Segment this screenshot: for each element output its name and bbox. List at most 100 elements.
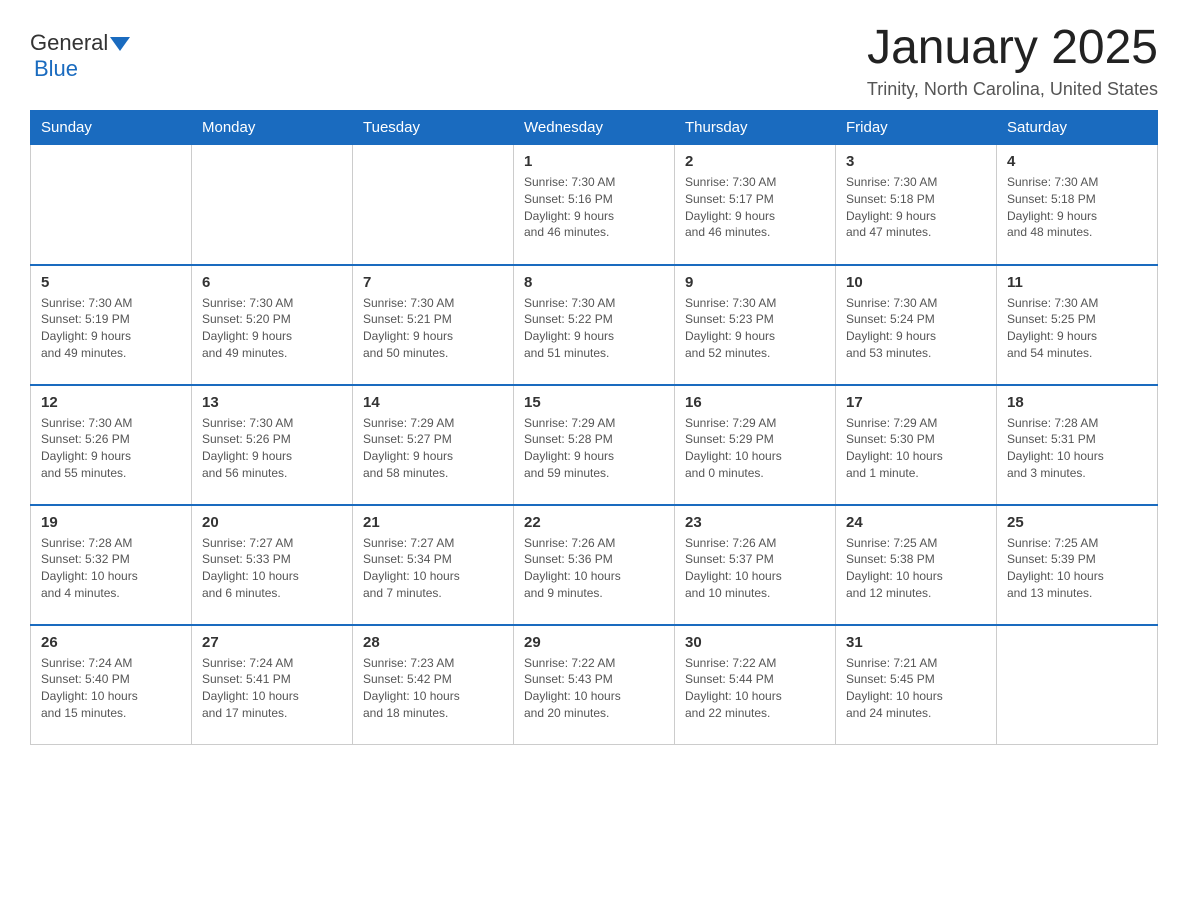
calendar-day-cell: 22 Sunrise: 7:26 AM Sunset: 5:36 PM Dayli… [514,505,675,625]
calendar-day-cell [31,145,192,265]
logo-text-blue: Blue [34,56,78,82]
column-header-monday: Monday [192,111,353,145]
day-number: 16 [685,394,825,411]
calendar-week-row: 1 Sunrise: 7:30 AM Sunset: 5:16 PM Daylig… [31,145,1158,265]
column-header-saturday: Saturday [997,111,1158,145]
day-number: 28 [363,634,503,651]
column-header-sunday: Sunday [31,111,192,145]
calendar-day-cell: 6Sunrise: 7:30 AM Sunset: 5:20 PM Daylig… [192,265,353,385]
calendar-table: SundayMondayTuesdayWednesdayThursdayFrid… [30,110,1158,745]
day-number: 23 [685,514,825,531]
day-number: 4 [1007,153,1147,170]
column-header-tuesday: Tuesday [353,111,514,145]
calendar-week-row: 12 Sunrise: 7:30 AM Sunset: 5:26 PM Dayli… [31,385,1158,505]
title-area: January 2025 Trinity, North Carolina, Un… [867,20,1158,100]
calendar-day-cell: 14Sunrise: 7:29 AM Sunset: 5:27 PM Dayli… [353,385,514,505]
calendar-day-cell: 28 Sunrise: 7:23 AM Sunset: 5:42 PM Dayli… [353,625,514,745]
logo-triangle-icon [110,37,130,51]
day-number: 24 [846,514,986,531]
calendar-day-cell: 30 Sunrise: 7:22 AM Sunset: 5:44 PM Dayli… [675,625,836,745]
day-info: Sunrise: 7:30 AM Sunset: 5:16 PM Dayligh… [524,174,664,241]
day-info: Sunrise: 7:25 AM Sunset: 5:38 PM Dayligh… [846,535,986,602]
day-number: 10 [846,274,986,291]
column-header-thursday: Thursday [675,111,836,145]
day-info: Sunrise: 7:30 AM Sunset: 5:26 PM Dayligh… [41,415,181,482]
day-info: Sunrise: 7:24 AM Sunset: 5:40 PM Dayligh… [41,655,181,722]
day-number: 8 [524,274,664,291]
calendar-day-cell [353,145,514,265]
calendar-week-row: 19 Sunrise: 7:28 AM Sunset: 5:32 PM Dayli… [31,505,1158,625]
day-number: 5 [41,274,181,291]
calendar-day-cell: 15Sunrise: 7:29 AM Sunset: 5:28 PM Dayli… [514,385,675,505]
page-header: General Blue January 2025 Trinity, North… [30,20,1158,100]
day-number: 13 [202,394,342,411]
day-number: 30 [685,634,825,651]
day-number: 22 [524,514,664,531]
calendar-day-cell: 29Sunrise: 7:22 AM Sunset: 5:43 PM Dayli… [514,625,675,745]
calendar-day-cell: 3Sunrise: 7:30 AM Sunset: 5:18 PM Daylig… [836,145,997,265]
calendar-day-cell [192,145,353,265]
day-info: Sunrise: 7:26 AM Sunset: 5:37 PM Dayligh… [685,535,825,602]
logo: General Blue [30,30,130,82]
calendar-day-cell: 4 Sunrise: 7:30 AM Sunset: 5:18 PM Daylig… [997,145,1158,265]
day-number: 9 [685,274,825,291]
calendar-day-cell: 31 Sunrise: 7:21 AM Sunset: 5:45 PM Dayli… [836,625,997,745]
calendar-day-cell: 26 Sunrise: 7:24 AM Sunset: 5:40 PM Dayli… [31,625,192,745]
calendar-day-cell: 24 Sunrise: 7:25 AM Sunset: 5:38 PM Dayli… [836,505,997,625]
day-info: Sunrise: 7:25 AM Sunset: 5:39 PM Dayligh… [1007,535,1147,602]
calendar-day-cell: 18Sunrise: 7:28 AM Sunset: 5:31 PM Dayli… [997,385,1158,505]
calendar-day-cell: 9 Sunrise: 7:30 AM Sunset: 5:23 PM Daylig… [675,265,836,385]
column-header-friday: Friday [836,111,997,145]
calendar-subtitle: Trinity, North Carolina, United States [867,79,1158,100]
day-number: 12 [41,394,181,411]
calendar-day-cell: 27 Sunrise: 7:24 AM Sunset: 5:41 PM Dayli… [192,625,353,745]
day-info: Sunrise: 7:30 AM Sunset: 5:20 PM Dayligh… [202,295,342,362]
calendar-day-cell: 23 Sunrise: 7:26 AM Sunset: 5:37 PM Dayli… [675,505,836,625]
day-number: 1 [524,153,664,170]
calendar-day-cell: 10 Sunrise: 7:30 AM Sunset: 5:24 PM Dayli… [836,265,997,385]
day-info: Sunrise: 7:30 AM Sunset: 5:19 PM Dayligh… [41,295,181,362]
calendar-day-cell: 25 Sunrise: 7:25 AM Sunset: 5:39 PM Dayli… [997,505,1158,625]
day-number: 17 [846,394,986,411]
day-info: Sunrise: 7:22 AM Sunset: 5:44 PM Dayligh… [685,655,825,722]
calendar-header-row: SundayMondayTuesdayWednesdayThursdayFrid… [31,111,1158,145]
day-info: Sunrise: 7:21 AM Sunset: 5:45 PM Dayligh… [846,655,986,722]
day-number: 3 [846,153,986,170]
calendar-day-cell: 20Sunrise: 7:27 AM Sunset: 5:33 PM Dayli… [192,505,353,625]
calendar-day-cell [997,625,1158,745]
day-number: 18 [1007,394,1147,411]
day-number: 26 [41,634,181,651]
day-info: Sunrise: 7:24 AM Sunset: 5:41 PM Dayligh… [202,655,342,722]
day-number: 11 [1007,274,1147,291]
day-info: Sunrise: 7:30 AM Sunset: 5:25 PM Dayligh… [1007,295,1147,362]
day-number: 14 [363,394,503,411]
calendar-day-cell: 2 Sunrise: 7:30 AM Sunset: 5:17 PM Daylig… [675,145,836,265]
calendar-day-cell: 16 Sunrise: 7:29 AM Sunset: 5:29 PM Dayli… [675,385,836,505]
calendar-week-row: 26 Sunrise: 7:24 AM Sunset: 5:40 PM Dayli… [31,625,1158,745]
calendar-day-cell: 7Sunrise: 7:30 AM Sunset: 5:21 PM Daylig… [353,265,514,385]
calendar-day-cell: 17Sunrise: 7:29 AM Sunset: 5:30 PM Dayli… [836,385,997,505]
day-info: Sunrise: 7:23 AM Sunset: 5:42 PM Dayligh… [363,655,503,722]
day-info: Sunrise: 7:30 AM Sunset: 5:17 PM Dayligh… [685,174,825,241]
calendar-day-cell: 12 Sunrise: 7:30 AM Sunset: 5:26 PM Dayli… [31,385,192,505]
day-info: Sunrise: 7:26 AM Sunset: 5:36 PM Dayligh… [524,535,664,602]
day-info: Sunrise: 7:30 AM Sunset: 5:24 PM Dayligh… [846,295,986,362]
day-info: Sunrise: 7:30 AM Sunset: 5:23 PM Dayligh… [685,295,825,362]
day-info: Sunrise: 7:28 AM Sunset: 5:32 PM Dayligh… [41,535,181,602]
day-number: 7 [363,274,503,291]
day-info: Sunrise: 7:27 AM Sunset: 5:33 PM Dayligh… [202,535,342,602]
day-number: 15 [524,394,664,411]
day-number: 25 [1007,514,1147,531]
logo-text-general: General [30,30,108,56]
calendar-day-cell: 8 Sunrise: 7:30 AM Sunset: 5:22 PM Daylig… [514,265,675,385]
column-header-wednesday: Wednesday [514,111,675,145]
day-info: Sunrise: 7:30 AM Sunset: 5:22 PM Dayligh… [524,295,664,362]
day-info: Sunrise: 7:30 AM Sunset: 5:18 PM Dayligh… [1007,174,1147,241]
day-number: 27 [202,634,342,651]
day-info: Sunrise: 7:30 AM Sunset: 5:26 PM Dayligh… [202,415,342,482]
day-number: 19 [41,514,181,531]
day-number: 31 [846,634,986,651]
day-number: 2 [685,153,825,170]
calendar-day-cell: 19 Sunrise: 7:28 AM Sunset: 5:32 PM Dayli… [31,505,192,625]
day-info: Sunrise: 7:29 AM Sunset: 5:29 PM Dayligh… [685,415,825,482]
